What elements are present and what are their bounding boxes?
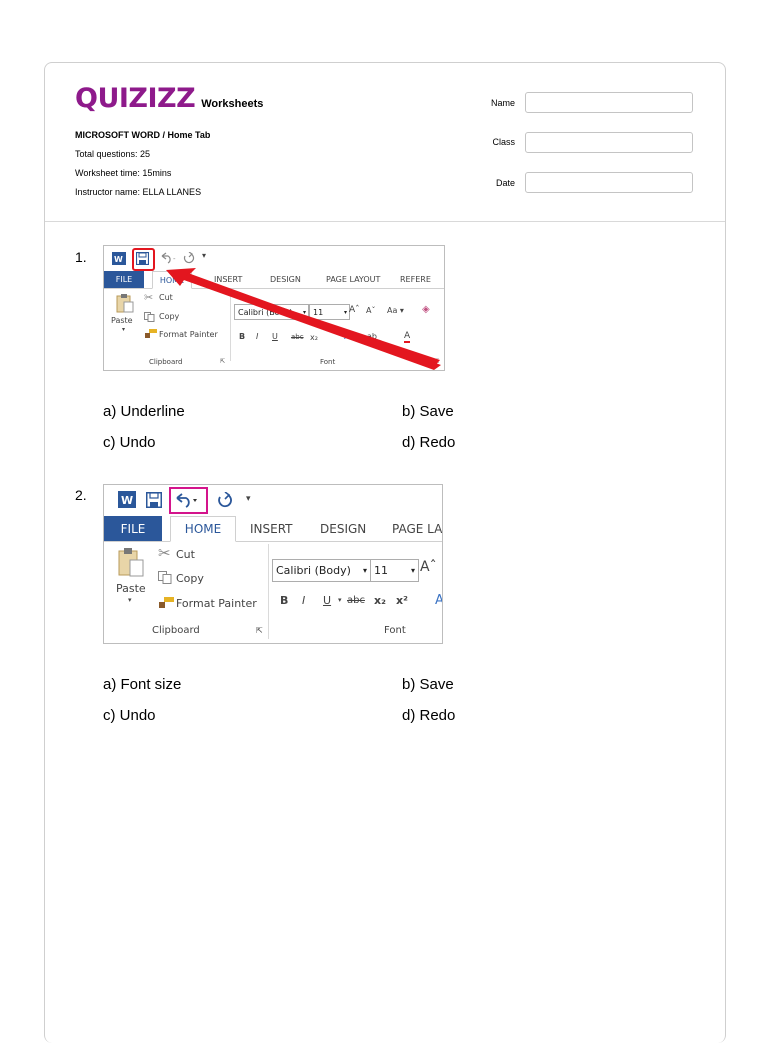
date-field[interactable]	[525, 172, 693, 193]
question-1-option-d[interactable]: d) Redo	[402, 434, 455, 451]
ribbon-body: Paste ▾ ✂ Cut Copy Format Painter Clipbo…	[104, 542, 442, 643]
question-2-option-b[interactable]: b) Save	[402, 676, 454, 693]
name-field[interactable]	[525, 92, 693, 113]
tab-home[interactable]: HOME	[170, 516, 236, 542]
font-name-box[interactable]: Calibri (Body) ▾	[272, 559, 371, 582]
class-field[interactable]	[525, 132, 693, 153]
red-arrow-annotation	[166, 268, 441, 370]
font-size-box[interactable]: 11 ▾	[370, 559, 419, 582]
format-painter-label[interactable]: Format Painter	[176, 597, 257, 610]
font-size-value: 11	[374, 564, 388, 577]
tab-design[interactable]: DESIGN	[320, 516, 366, 541]
font-size-dropdown-icon[interactable]: ▾	[411, 566, 415, 575]
subscript-icon[interactable]: x₂	[374, 594, 386, 607]
question-1-option-c[interactable]: c) Undo	[103, 434, 156, 451]
clipboard-icon	[118, 548, 144, 577]
clipboard-launcher-icon[interactable]: ⇱	[256, 626, 263, 635]
format-painter-icon	[159, 597, 174, 608]
customize-qat-icon[interactable]: ▾	[246, 494, 251, 504]
logo-wordmark: QUIZIZZ	[75, 83, 196, 114]
worksheet-time: Worksheet time: 15mins	[75, 168, 172, 178]
strikethrough-icon[interactable]: abc	[347, 595, 365, 606]
save-icon[interactable]	[146, 492, 162, 508]
font-group-label: Font	[384, 625, 406, 636]
cut-label[interactable]: Cut	[176, 548, 195, 561]
clipboard-group-label: Clipboard	[152, 625, 200, 636]
grow-font-icon[interactable]: Aˆ	[420, 559, 437, 575]
quick-access-toolbar: W ▾	[104, 485, 442, 515]
worksheet-header: QUIZIZZ Worksheets MICROSOFT WORD / Home…	[45, 63, 725, 222]
question-1-option-b[interactable]: b) Save	[402, 403, 454, 420]
underline-dropdown-icon[interactable]: ▾	[338, 596, 342, 604]
total-questions: Total questions: 25	[75, 149, 151, 159]
tab-file[interactable]: FILE	[104, 516, 162, 541]
copy-icon	[158, 571, 172, 584]
word-icon: W	[118, 491, 136, 508]
copy-label[interactable]: Copy	[176, 572, 204, 585]
cut-icon: ✂	[158, 544, 171, 562]
question-1-option-a[interactable]: a) Underline	[103, 403, 185, 420]
instructor-name: Instructor name: ELLA LLANES	[75, 187, 202, 197]
quizizz-logo: QUIZIZZ Worksheets	[75, 83, 263, 114]
ribbon-tabs: FILE HOME INSERT DESIGN PAGE LA	[104, 516, 442, 542]
tab-insert[interactable]: INSERT	[250, 516, 293, 541]
paste-label[interactable]: Paste	[116, 582, 146, 595]
question-2-option-d[interactable]: d) Redo	[402, 707, 455, 724]
question-1-image: W - ▾ FILE HOME INSERT DESIGN PAGE LAYOU…	[103, 245, 445, 371]
italic-icon[interactable]: I	[302, 594, 305, 607]
worksheet-title: MICROSOFT WORD / Home Tab	[75, 130, 211, 140]
question-2-option-c[interactable]: c) Undo	[103, 707, 156, 724]
worksheet: QUIZIZZ Worksheets MICROSOFT WORD / Home…	[44, 62, 726, 1043]
question-2-option-a[interactable]: a) Font size	[103, 676, 181, 693]
group-separator	[268, 544, 269, 639]
question-2-image: W ▾ FILE HOME INSERT DESIGN PAGE LA Past…	[103, 484, 443, 644]
paste-dropdown-icon[interactable]: ▾	[128, 596, 132, 604]
date-label: Date	[495, 178, 515, 188]
undo-icon[interactable]	[174, 492, 200, 508]
redo-icon[interactable]	[217, 492, 233, 508]
font-name-dropdown-icon[interactable]: ▾	[363, 566, 367, 575]
logo-subtitle: Worksheets	[201, 98, 264, 110]
svg-text:W: W	[121, 494, 133, 507]
text-effects-icon[interactable]: A	[435, 593, 442, 608]
font-name-value: Calibri (Body)	[276, 564, 351, 577]
name-label: Name	[490, 98, 515, 108]
tab-page-layout[interactable]: PAGE LA	[392, 516, 442, 541]
bold-icon[interactable]: B	[280, 594, 288, 607]
underline-icon[interactable]: U	[323, 594, 331, 607]
question-2-number: 2.	[75, 487, 87, 503]
class-label: Class	[492, 137, 515, 147]
superscript-icon[interactable]: x²	[396, 594, 408, 607]
question-1-number: 1.	[75, 249, 87, 265]
